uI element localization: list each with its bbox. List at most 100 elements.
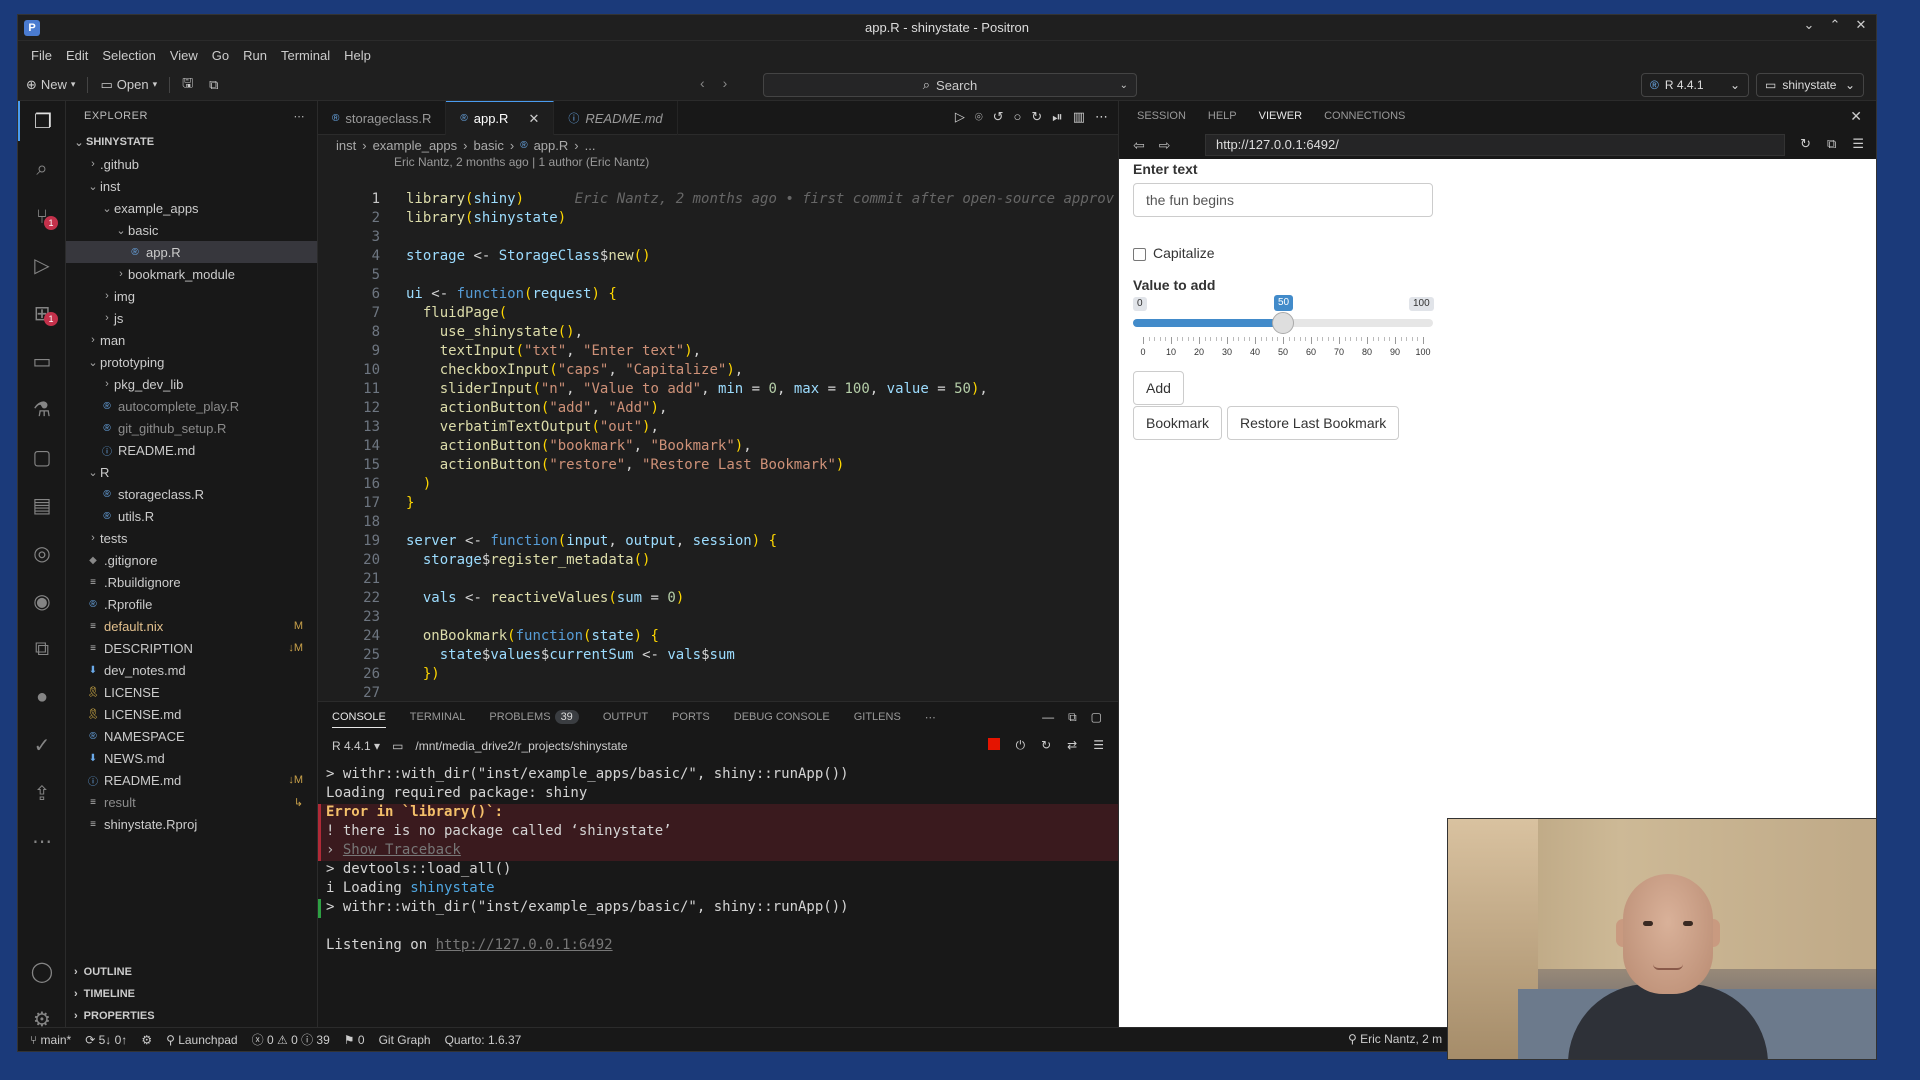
restore-panel-icon[interactable]: ⧉ — [1068, 710, 1077, 725]
bookmark-button[interactable]: Bookmark — [1133, 406, 1223, 440]
tab-readme[interactable]: ⓘ README.md — [554, 101, 678, 135]
slider-handle[interactable] — [1272, 312, 1294, 334]
more-actions-icon[interactable]: ⋯ — [1095, 109, 1108, 125]
tab-terminal[interactable]: TERMINAL — [410, 711, 466, 723]
launchpad-status[interactable]: ⚲ Launchpad — [166, 1033, 238, 1047]
power-icon[interactable]: ⏻ — [1016, 738, 1026, 753]
show-traceback-link[interactable]: Show Traceback — [343, 842, 461, 858]
debug-icon[interactable]: ⚙ — [141, 1033, 152, 1047]
project-select[interactable]: ▭ shinystate ⌄ — [1756, 73, 1864, 97]
restore-bookmark-button[interactable]: Restore Last Bookmark — [1227, 406, 1400, 440]
listening-url-link[interactable]: http://127.0.0.1:6492 — [436, 937, 613, 953]
tree-file[interactable]: ® git_github_setup.R — [66, 417, 317, 439]
checks-icon[interactable]: ✓ — [18, 725, 66, 765]
account-icon[interactable]: ◯ — [18, 951, 66, 991]
tree-folder[interactable]: › tests — [66, 527, 317, 549]
connections-icon[interactable]: ⧉ — [18, 629, 66, 669]
tree-folder[interactable]: ⌄ prototyping — [66, 351, 317, 373]
add-button[interactable]: Add — [1133, 371, 1184, 405]
tab-problems[interactable]: PROBLEMS 39 — [489, 710, 579, 724]
tree-file[interactable]: ≡ DESCRIPTION ↓M — [66, 637, 317, 659]
interrupt-icon[interactable] — [987, 738, 1000, 750]
tree-file[interactable]: ≡ default.nix M — [66, 615, 317, 637]
tree-folder[interactable]: ⌄ R — [66, 461, 317, 483]
tree-file[interactable]: ⬇ dev_notes.md — [66, 659, 317, 681]
gitlens-icon[interactable]: ◉ — [18, 581, 66, 621]
menu-file[interactable]: File — [24, 48, 59, 63]
tree-file[interactable]: ® app.R — [66, 241, 317, 263]
tab-console[interactable]: CONSOLE — [332, 711, 386, 728]
reload-icon[interactable]: ↻ — [1800, 136, 1811, 152]
breadcrumb-item[interactable]: app.R — [534, 138, 569, 153]
tab-storageclass[interactable]: ® storageclass.R — [318, 101, 447, 135]
git-graph-status[interactable]: Git Graph — [379, 1033, 431, 1047]
clear-console-icon[interactable]: ☰ — [1093, 738, 1104, 753]
tree-folder[interactable]: › .github — [66, 153, 317, 175]
tree-folder[interactable]: › pkg_dev_lib — [66, 373, 317, 395]
tab-output[interactable]: OUTPUT — [603, 711, 648, 723]
save-icon[interactable]: 🖫 — [174, 74, 201, 96]
command-search[interactable]: ⌕ Search ⌄ — [763, 73, 1137, 97]
source-icon[interactable]: ⌾ — [975, 109, 983, 125]
maximize-panel-icon[interactable]: ▢ — [1091, 710, 1102, 725]
minimize-icon[interactable]: ⌄ — [1800, 17, 1818, 33]
problems-status[interactable]: ⓧ 0 ⚠ 0 ⓘ 39 — [252, 1031, 330, 1048]
tab-viewer[interactable]: VIEWER — [1259, 110, 1302, 122]
forward-arrow-icon[interactable]: › — [723, 75, 728, 91]
save-all-icon[interactable]: ⧉ — [201, 77, 226, 93]
explorer-icon[interactable]: ❐ — [18, 101, 66, 141]
close-tab-icon[interactable]: ✕ — [528, 111, 539, 127]
breadcrumb-item[interactable]: ... — [585, 138, 596, 153]
branch-status[interactable]: ⑂ main* — [30, 1033, 71, 1047]
close-panel-icon[interactable]: ✕ — [1850, 108, 1862, 125]
text-input[interactable]: the fun begins — [1133, 183, 1433, 217]
menu-selection[interactable]: Selection — [95, 48, 162, 63]
tree-file[interactable]: ≡ .Rbuildignore — [66, 571, 317, 593]
search-icon[interactable]: ⌕ — [18, 149, 66, 189]
timeline-icon[interactable]: ⏯ — [1052, 109, 1062, 125]
more-tabs-icon[interactable]: ⋯ — [925, 711, 936, 724]
tab-help[interactable]: HELP — [1208, 110, 1237, 122]
git-graph-icon[interactable]: ◎ — [18, 533, 66, 573]
run-file-icon[interactable]: ▷ — [955, 109, 965, 125]
back-arrow-icon[interactable]: ⇦ — [1133, 137, 1145, 154]
code-editor[interactable]: 1 library(shiny) Eric Nantz, 2 months ago… — [318, 191, 1118, 701]
tree-file[interactable]: ® autocomplete_play.R — [66, 395, 317, 417]
tab-gitlens[interactable]: GITLENS — [854, 711, 901, 723]
deploy-icon[interactable]: ⇪ — [18, 773, 66, 813]
open-external-icon[interactable]: ⧉ — [1827, 136, 1836, 152]
restart-icon[interactable]: ↻ — [1041, 738, 1051, 753]
tree-file[interactable]: ⓘ README.md — [66, 439, 317, 461]
tree-file[interactable]: ⬇ NEWS.md — [66, 747, 317, 769]
tree-folder[interactable]: › man — [66, 329, 317, 351]
explorer-root[interactable]: ⌄ SHINYSTATE — [66, 131, 317, 153]
tree-file[interactable]: ® utils.R — [66, 505, 317, 527]
forward-arrow-icon[interactable]: ⇨ — [1159, 137, 1171, 154]
console-output[interactable]: > withr::with_dir("inst/example_apps/bas… — [318, 760, 1118, 956]
github-icon[interactable]: ● — [18, 677, 66, 717]
split-editor-icon[interactable]: ▥ — [1073, 109, 1085, 125]
tree-file[interactable]: ® .Rprofile — [66, 593, 317, 615]
tree-file[interactable]: ≡ result ↳ — [66, 791, 317, 813]
breadcrumb-item[interactable]: inst — [336, 138, 356, 153]
chat-icon[interactable]: ▢ — [18, 437, 66, 477]
files-icon[interactable]: ▤ — [18, 485, 66, 525]
tab-app-r[interactable]: ® app.R ✕ — [446, 101, 555, 135]
go-forward-icon[interactable]: ↻ — [1031, 109, 1042, 125]
tree-folder[interactable]: ⌄ inst — [66, 175, 317, 197]
new-button[interactable]: ⊕ New ▾ — [18, 77, 83, 93]
breadcrumb-item[interactable]: basic — [473, 138, 503, 153]
go-back-icon[interactable]: ↺ — [993, 109, 1004, 125]
circle-icon[interactable]: ○ — [1014, 109, 1022, 125]
blame-status[interactable]: ⚲ Eric Nantz, 2 m — [1348, 1032, 1442, 1046]
tab-ports[interactable]: PORTS — [672, 711, 710, 723]
run-debug-icon[interactable]: ▷ — [18, 245, 66, 285]
remote-explorer-icon[interactable]: ▭ — [18, 341, 66, 381]
breadcrumb-item[interactable]: example_apps — [373, 138, 458, 153]
open-button[interactable]: ▭ Open ▾ — [92, 77, 165, 93]
tree-folder[interactable]: ⌄ basic — [66, 219, 317, 241]
more-actions-icon[interactable]: ⋯ — [294, 110, 306, 123]
more-icon[interactable]: ⋯ — [18, 821, 66, 861]
viewer-url-input[interactable]: http://127.0.0.1:6492/ — [1205, 134, 1785, 156]
tree-file[interactable]: ≡ shinystate.Rproj — [66, 813, 317, 835]
